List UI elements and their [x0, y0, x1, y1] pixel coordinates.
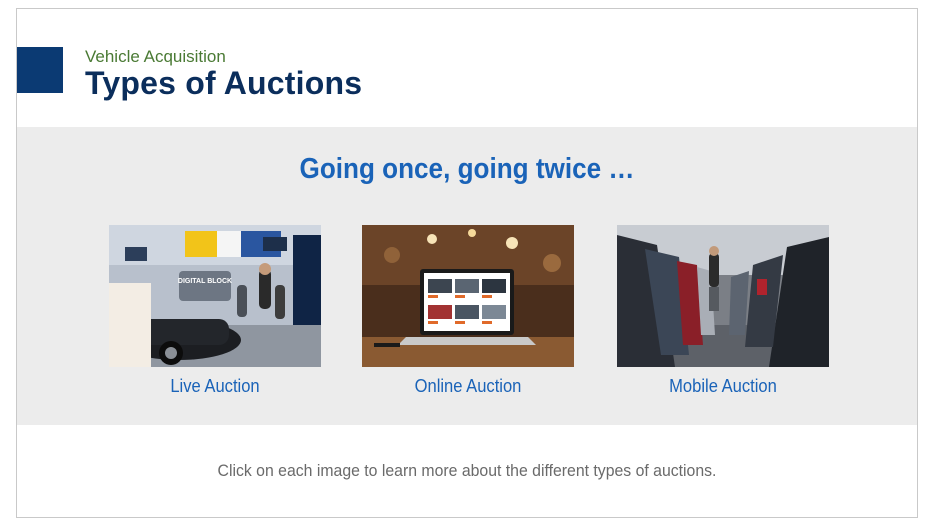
header-accent-block — [17, 47, 63, 93]
page-title: Types of Auctions — [85, 65, 363, 101]
online-auction-image[interactable] — [362, 225, 574, 367]
live-auction-card[interactable]: DIGITAL BLOCK Live Auction — [109, 225, 321, 397]
digital-block-sign: DIGITAL BLOCK — [178, 278, 232, 285]
mobile-auction-label[interactable]: Mobile Auction — [625, 376, 820, 397]
auction-types-band: Going once, going twice … DIGITAL BLOCK — [17, 127, 917, 425]
live-auction-label[interactable]: Live Auction — [117, 376, 312, 397]
header: Vehicle Acquisition Types of Auctions — [17, 9, 917, 127]
online-auction-label[interactable]: Online Auction — [370, 376, 565, 397]
mobile-auction-image[interactable] — [617, 225, 829, 367]
content-frame: Vehicle Acquisition Types of Auctions Go… — [16, 8, 918, 518]
instruction-text: Click on each image to learn more about … — [217, 461, 717, 480]
online-auction-card[interactable]: Online Auction — [362, 225, 574, 397]
band-heading: Going once, going twice … — [299, 153, 635, 185]
live-auction-image[interactable]: DIGITAL BLOCK — [109, 225, 321, 367]
mobile-auction-card[interactable]: Mobile Auction — [617, 225, 829, 397]
section-kicker: Vehicle Acquisition — [85, 47, 226, 66]
